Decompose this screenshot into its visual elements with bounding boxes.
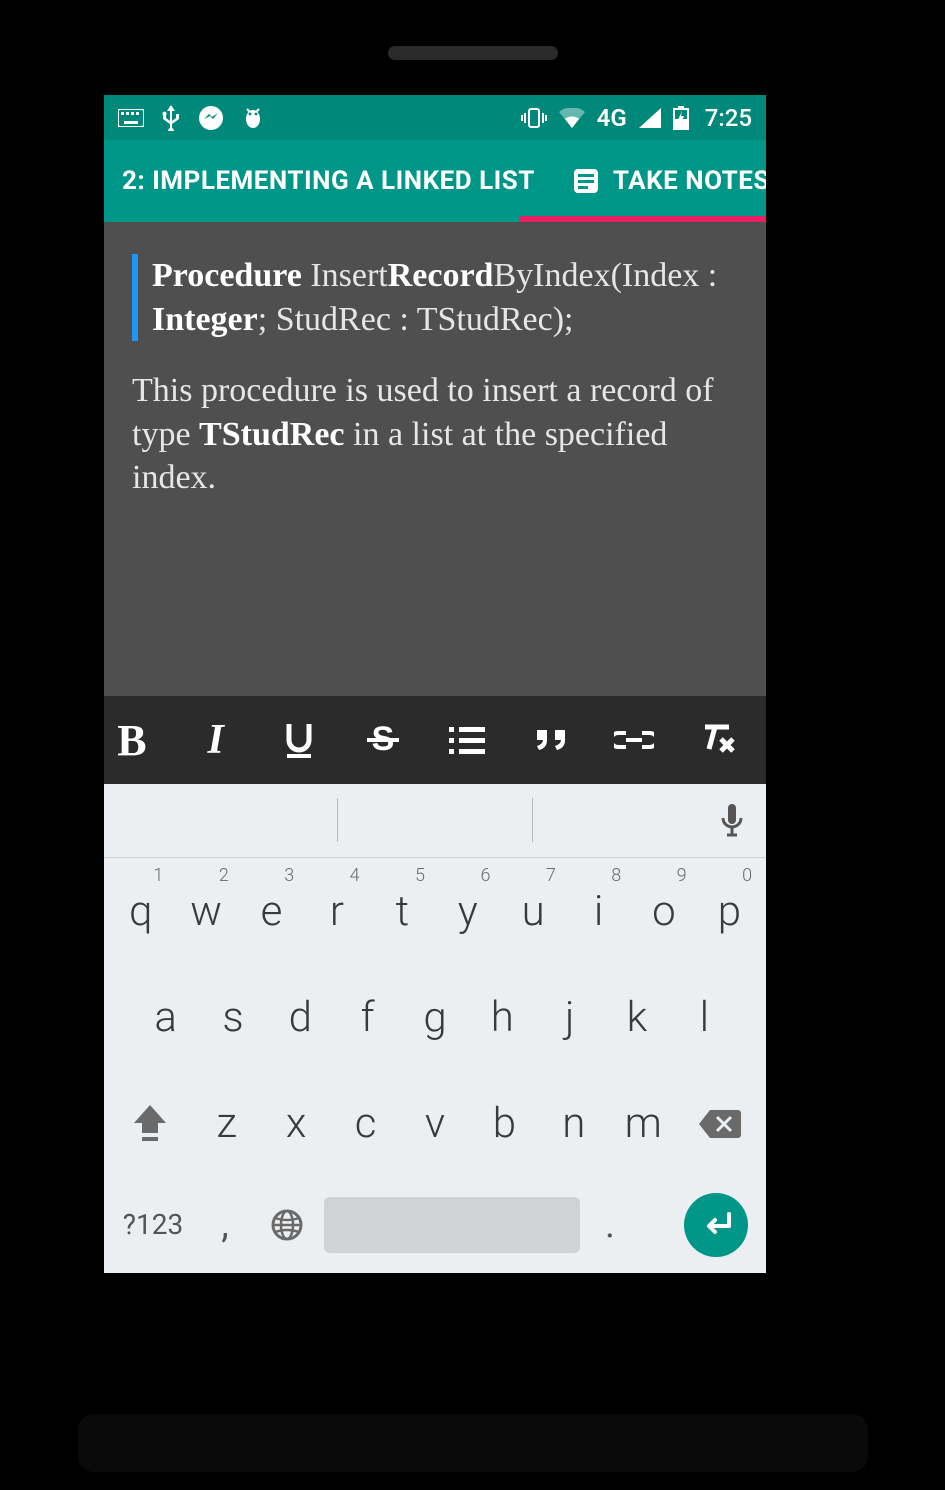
italic-button[interactable]: I	[182, 710, 250, 770]
key-f[interactable]: f	[334, 973, 401, 1061]
status-bar: 4G 7:25	[104, 95, 766, 140]
key-k[interactable]: k	[603, 973, 670, 1061]
key-a[interactable]: a	[132, 973, 199, 1061]
network-4g-label: 4G	[597, 104, 627, 132]
phone-nav-bar	[78, 1414, 868, 1472]
key-y[interactable]: y6	[435, 867, 500, 955]
soft-keyboard: q1w2e3r4t5y6u7i8o9p0 asdfghjkl zxcvbnm ?…	[104, 784, 766, 1273]
key-j[interactable]: j	[536, 973, 603, 1061]
wifi-icon	[559, 108, 585, 128]
tab-implementing-linked-list[interactable]: 2: IMPLEMENTING A LINKED LIST	[104, 140, 553, 222]
key-i[interactable]: i8	[566, 867, 631, 955]
phone-speaker	[388, 46, 558, 60]
enter-key[interactable]	[684, 1193, 748, 1257]
clear-format-button[interactable]	[684, 710, 752, 770]
signal-icon	[639, 108, 661, 128]
tab-right-label: TAKE NOTES	[613, 166, 766, 196]
key-o[interactable]: o9	[631, 867, 696, 955]
usb-icon	[162, 105, 180, 131]
link-button[interactable]	[600, 710, 668, 770]
note-content-area[interactable]: Procedure InsertRecordByIndex(Index : In…	[104, 222, 766, 696]
active-tab-indicator	[519, 216, 766, 222]
key-r[interactable]: r4	[304, 867, 369, 955]
period-key[interactable]: .	[586, 1189, 634, 1261]
key-s[interactable]: s	[199, 973, 266, 1061]
language-key[interactable]	[256, 1189, 318, 1261]
keyboard-row-1: q1w2e3r4t5y6u7i8o9p0	[104, 858, 766, 964]
suggestion-bar[interactable]	[104, 784, 766, 858]
tab-bar: 2: IMPLEMENTING A LINKED LIST TAKE NOTES	[104, 140, 766, 222]
keyboard-row-4: ?123 , .	[104, 1177, 766, 1273]
underline-button[interactable]	[265, 710, 333, 770]
format-toolbar: B I S	[104, 696, 766, 784]
key-q[interactable]: q1	[108, 867, 173, 955]
quote-button[interactable]	[517, 710, 585, 770]
key-p[interactable]: p0	[697, 867, 762, 955]
key-e[interactable]: e3	[239, 867, 304, 955]
symbols-key[interactable]: ?123	[112, 1189, 194, 1261]
strikethrough-button[interactable]: S	[349, 710, 417, 770]
clock-label: 7:25	[705, 104, 752, 132]
key-n[interactable]: n	[539, 1080, 608, 1168]
android-debug-icon	[242, 105, 264, 131]
phone-frame: 4G 7:25 2: IMPLEMENTING A LINKED LIST TA…	[78, 10, 868, 1340]
bold-button[interactable]: B	[104, 710, 166, 770]
shift-key[interactable]	[108, 1103, 192, 1145]
list-button[interactable]	[433, 710, 501, 770]
key-x[interactable]: x	[261, 1080, 330, 1168]
backspace-key[interactable]	[678, 1108, 762, 1140]
key-l[interactable]: l	[671, 973, 738, 1061]
tab-take-notes[interactable]: TAKE NOTES	[553, 140, 766, 222]
key-z[interactable]: z	[192, 1080, 261, 1168]
key-u[interactable]: u7	[500, 867, 565, 955]
space-key[interactable]	[324, 1197, 580, 1253]
code-quote-block: Procedure InsertRecordByIndex(Index : In…	[132, 254, 738, 341]
battery-charging-icon	[673, 106, 689, 130]
body-paragraph: This procedure is used to insert a recor…	[132, 369, 738, 500]
vibrate-icon	[521, 107, 547, 129]
keyboard-indicator-icon	[118, 109, 144, 127]
key-h[interactable]: h	[469, 973, 536, 1061]
key-c[interactable]: c	[331, 1080, 400, 1168]
keyboard-row-3: zxcvbnm	[104, 1071, 766, 1177]
notes-icon	[571, 166, 601, 196]
key-w[interactable]: w2	[173, 867, 238, 955]
comma-key[interactable]: ,	[200, 1189, 250, 1261]
keyboard-row-2: asdfghjkl	[104, 964, 766, 1070]
tab-left-label: 2: IMPLEMENTING A LINKED LIST	[122, 166, 535, 196]
key-t[interactable]: t5	[370, 867, 435, 955]
mic-icon[interactable]	[720, 804, 744, 838]
messenger-icon	[198, 105, 224, 131]
key-m[interactable]: m	[609, 1080, 678, 1168]
key-d[interactable]: d	[267, 973, 334, 1061]
screen: 4G 7:25 2: IMPLEMENTING A LINKED LIST TA…	[104, 95, 766, 1273]
key-g[interactable]: g	[401, 973, 468, 1061]
key-b[interactable]: b	[470, 1080, 539, 1168]
key-v[interactable]: v	[400, 1080, 469, 1168]
